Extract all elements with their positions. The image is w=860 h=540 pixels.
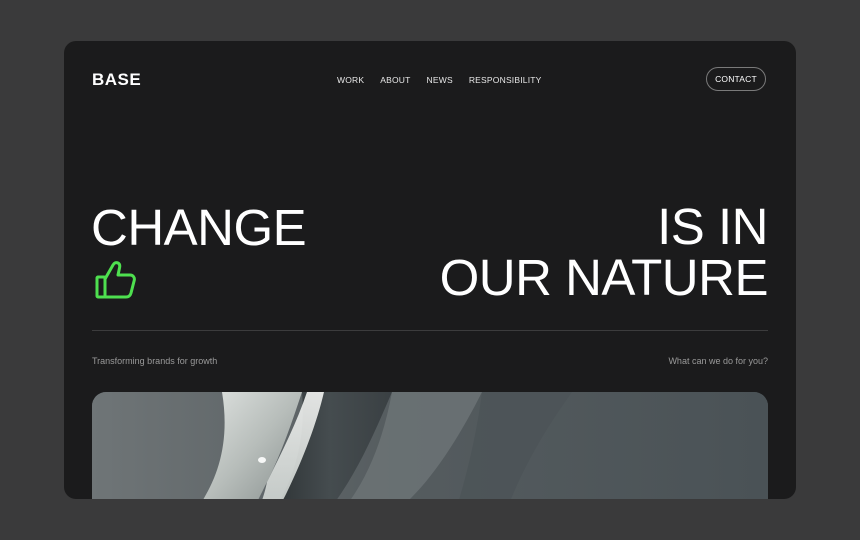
tagline-left: Transforming brands for growth xyxy=(92,356,218,366)
nav-item-work[interactable]: WORK xyxy=(337,74,364,86)
section-divider xyxy=(92,330,768,331)
brand-logo[interactable]: BASE xyxy=(92,71,141,89)
hero-image xyxy=(92,392,768,499)
hero-headline-line-1: IS IN xyxy=(657,198,768,255)
contact-button[interactable]: CONTACT xyxy=(706,67,766,91)
nav-item-news[interactable]: NEWS xyxy=(427,74,453,86)
site-card: BASE WORK ABOUT NEWS RESPONSIBILITY CONT… xyxy=(64,41,796,499)
hero-headline-right: IS IN OUR NATURE xyxy=(439,198,769,306)
hero-headline-line-2: OUR NATURE xyxy=(439,249,769,306)
tagline-right: What can we do for you? xyxy=(668,356,768,366)
nav-item-responsibility[interactable]: RESPONSIBILITY xyxy=(469,74,542,86)
thumbs-up-icon xyxy=(95,261,136,299)
main-nav: WORK ABOUT NEWS RESPONSIBILITY xyxy=(337,74,542,86)
abstract-silk-image xyxy=(92,392,768,499)
hero-headline-left: CHANGE xyxy=(91,199,307,256)
nav-item-about[interactable]: ABOUT xyxy=(380,74,410,86)
